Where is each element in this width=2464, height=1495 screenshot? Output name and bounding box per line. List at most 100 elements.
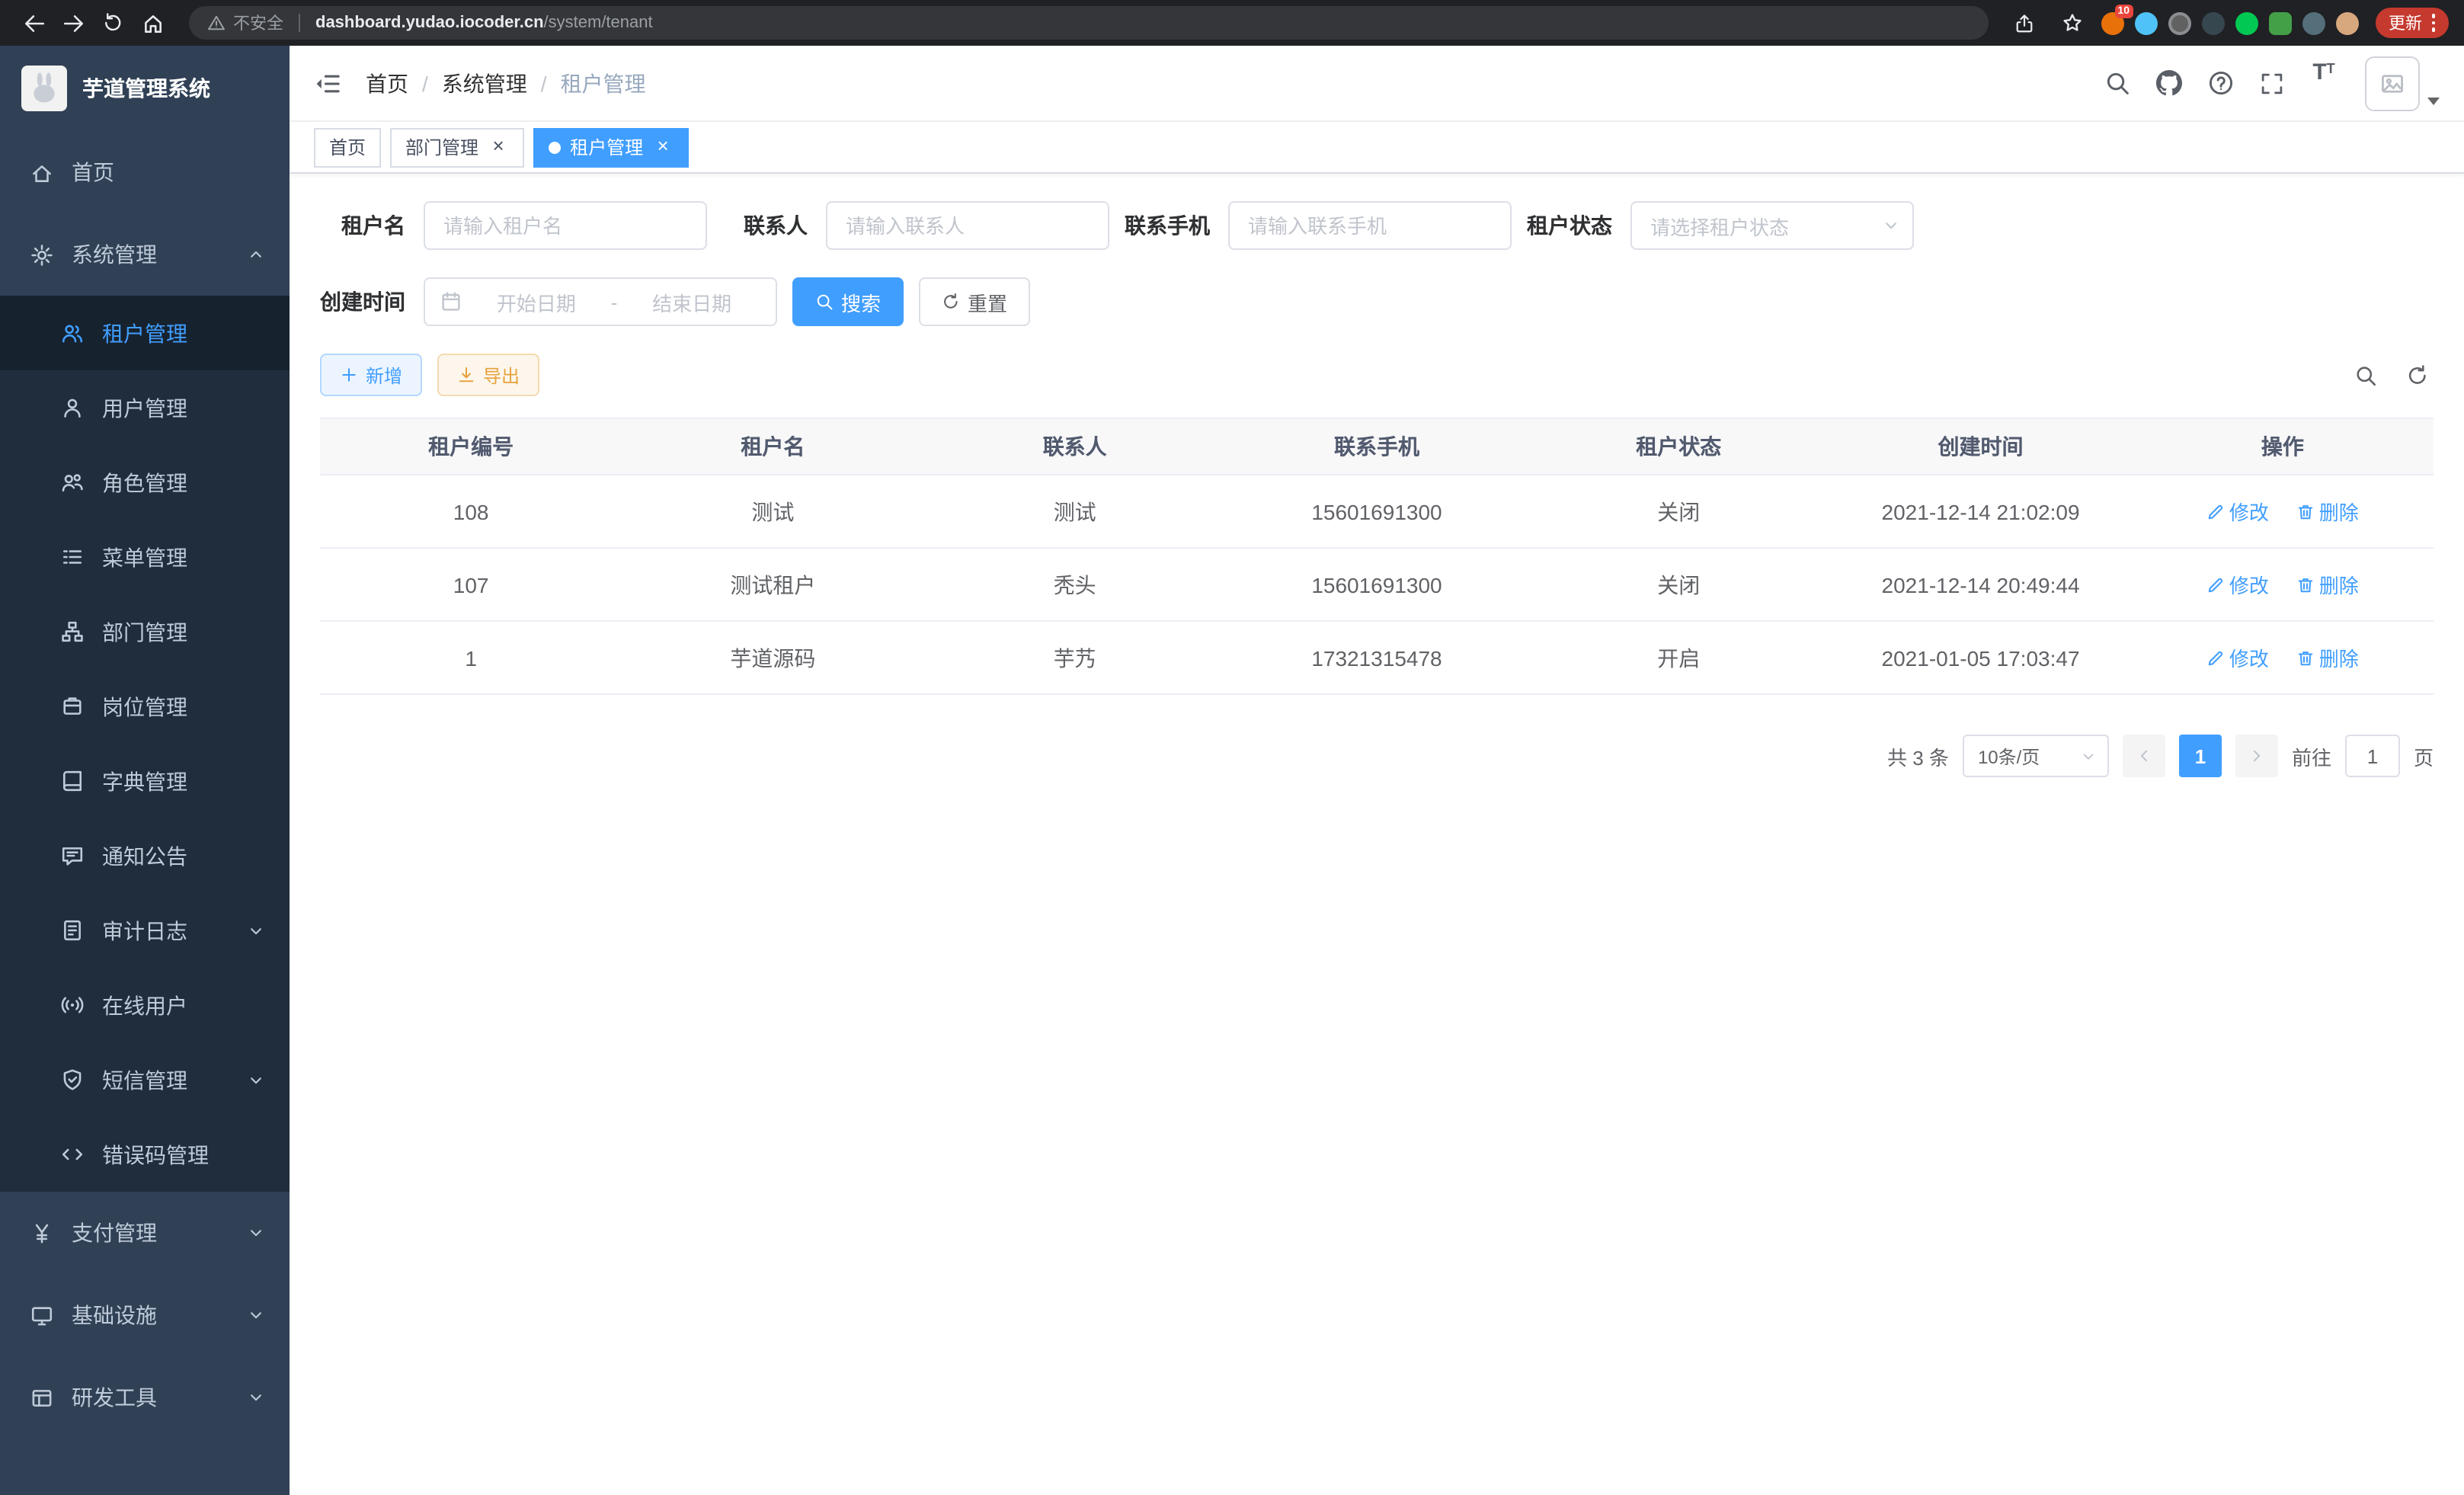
sidebar-item-post[interactable]: 岗位管理	[0, 669, 290, 744]
delete-link[interactable]: 删除	[2296, 497, 2359, 526]
sidebar-item-menu[interactable]: 菜单管理	[0, 520, 290, 594]
chevron-left-icon	[2135, 747, 2153, 765]
tools-icon	[30, 1386, 53, 1409]
extension-icon-7[interactable]	[2302, 11, 2325, 34]
edit-icon	[2206, 502, 2225, 520]
share-icon[interactable]	[2006, 5, 2043, 41]
update-button[interactable]: 更新	[2375, 8, 2449, 38]
sidebar-item-devtools[interactable]: 研发工具	[0, 1356, 290, 1439]
extension-icon-5[interactable]	[2235, 11, 2258, 34]
tab-dept[interactable]: 部门管理 ×	[390, 127, 524, 167]
sidebar-item-notice[interactable]: 通知公告	[0, 818, 290, 893]
edit-link[interactable]: 修改	[2206, 643, 2269, 672]
sidebar-item-tenant[interactable]: 租户管理	[0, 296, 290, 370]
delete-link[interactable]: 删除	[2296, 643, 2359, 672]
phone-input[interactable]	[1228, 201, 1512, 250]
cell-created: 2021-12-14 21:02:09	[1829, 475, 2131, 548]
tab-tenant[interactable]: 租户管理 ×	[533, 127, 689, 167]
sidebar-item-dict[interactable]: 字典管理	[0, 744, 290, 818]
back-icon[interactable]	[15, 5, 52, 41]
forward-icon[interactable]	[55, 5, 91, 41]
user-menu[interactable]	[2365, 56, 2440, 110]
tenant-name-input[interactable]	[424, 201, 707, 250]
prev-page-button[interactable]	[2123, 735, 2165, 777]
search-icon[interactable]	[2094, 60, 2139, 106]
goto-page-input[interactable]	[2345, 735, 2400, 777]
user-icon	[61, 396, 84, 419]
page-1-button[interactable]: 1	[2179, 735, 2222, 777]
reset-button[interactable]: 重置	[919, 277, 1030, 326]
plus-icon	[340, 366, 358, 384]
tab-label: 部门管理	[405, 134, 478, 160]
chevron-down-icon	[247, 1388, 265, 1407]
page-size-select[interactable]: 10条/页	[1963, 735, 2109, 777]
font-size-icon[interactable]: TT	[2301, 60, 2347, 106]
profile-avatar-icon[interactable]	[2335, 11, 2358, 34]
delete-icon	[2296, 502, 2315, 520]
column-header: 创建时间	[1829, 418, 2131, 475]
sidebar-item-online-user[interactable]: 在线用户	[0, 968, 290, 1042]
edit-link[interactable]: 修改	[2206, 570, 2269, 599]
url-path: /system/tenant	[544, 14, 653, 32]
breadcrumb-home[interactable]: 首页	[366, 68, 408, 98]
sidebar-item-home[interactable]: 首页	[0, 131, 290, 213]
sidebar-item-sms[interactable]: 短信管理	[0, 1042, 290, 1117]
sidebar-item-infra[interactable]: 基础设施	[0, 1274, 290, 1356]
navbar: 首页 / 系统管理 / 租户管理 TT	[290, 46, 2464, 122]
sidebar-item-audit-log[interactable]: 审计日志	[0, 893, 290, 968]
close-icon[interactable]: ×	[652, 136, 674, 158]
cell-created: 2021-12-14 20:49:44	[1829, 548, 2131, 621]
sidebar-item-payment[interactable]: 支付管理	[0, 1192, 290, 1274]
select-placeholder: 请选择租户状态	[1650, 211, 1789, 240]
sidebar-item-error-code[interactable]: 错误码管理	[0, 1117, 290, 1192]
sidebar-item-system[interactable]: 系统管理	[0, 213, 290, 296]
tenant-status-select[interactable]: 请选择租户状态	[1630, 201, 1914, 250]
extension-icon-1[interactable]: 10	[2101, 11, 2123, 34]
caret-down-icon	[2427, 97, 2440, 104]
address-bar[interactable]: 不安全 dashboard.yudao.iocoder.cn/system/te…	[189, 6, 1988, 40]
system-submenu: 租户管理 用户管理 角色管理 菜单管理	[0, 296, 290, 1192]
app-logo[interactable]: 芋道管理系统	[0, 46, 290, 131]
breadcrumb-system[interactable]: 系统管理	[442, 68, 527, 98]
sidebar-toggle-icon[interactable]	[314, 69, 341, 97]
toggle-search-icon[interactable]	[2348, 358, 2382, 392]
online-signal-icon	[61, 994, 84, 1016]
edit-link[interactable]: 修改	[2206, 497, 2269, 526]
sidebar-item-role[interactable]: 角色管理	[0, 445, 290, 520]
export-button[interactable]: 导出	[437, 354, 539, 396]
extension-icon-4[interactable]	[2201, 11, 2224, 34]
search-button[interactable]: 搜索	[792, 277, 904, 326]
table-tools	[2348, 358, 2434, 392]
sidebar-item-user[interactable]: 用户管理	[0, 370, 290, 445]
refresh-icon[interactable]	[2400, 358, 2434, 392]
star-icon[interactable]	[2053, 5, 2090, 41]
tab-home[interactable]: 首页	[314, 127, 381, 167]
active-dot-icon	[549, 141, 561, 153]
add-button[interactable]: 新增	[320, 354, 422, 396]
extension-icon-3[interactable]	[2168, 11, 2190, 34]
help-icon[interactable]	[2197, 60, 2243, 106]
delete-link[interactable]: 删除	[2296, 570, 2359, 599]
avatar	[2365, 56, 2420, 110]
create-time-range-picker[interactable]: 开始日期 - 结束日期	[424, 277, 777, 326]
table-row: 1 芋道源码 芋艿 17321315478 开启 2021-01-05 17:0…	[320, 621, 2434, 694]
extension-icon-2[interactable]	[2134, 11, 2157, 34]
reload-icon[interactable]	[94, 5, 131, 41]
cell-created: 2021-01-05 17:03:47	[1829, 621, 2131, 694]
filter-form: 租户名 联系人 联系手机 租户状态	[320, 201, 2434, 326]
github-icon[interactable]	[2146, 60, 2191, 106]
cell-actions: 修改 删除	[2132, 548, 2434, 621]
browser-home-icon[interactable]	[134, 5, 171, 41]
menu-dots-icon[interactable]	[2431, 14, 2435, 32]
sidebar-item-dept[interactable]: 部门管理	[0, 594, 290, 669]
fullscreen-icon[interactable]	[2249, 60, 2295, 106]
extension-badge: 10	[2114, 4, 2133, 18]
extension-icon-6[interactable]	[2268, 11, 2291, 34]
close-icon[interactable]: ×	[488, 136, 509, 158]
delete-label: 删除	[2319, 570, 2359, 599]
cell-actions: 修改 删除	[2132, 621, 2434, 694]
create-time-label: 创建时间	[320, 287, 424, 317]
contact-input[interactable]	[826, 201, 1109, 250]
tab-label: 首页	[329, 134, 366, 160]
next-page-button[interactable]	[2235, 735, 2278, 777]
